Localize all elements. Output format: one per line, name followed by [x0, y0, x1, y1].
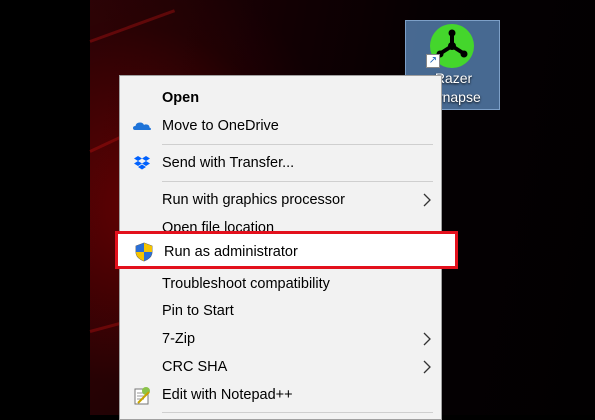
highlight-box: Run as administrator	[115, 231, 458, 269]
menu-separator	[162, 144, 433, 145]
dropbox-icon	[132, 154, 152, 172]
shortcut-arrow-icon: ↗	[426, 54, 440, 68]
menu-item-move-to-onedrive[interactable]: Move to OneDrive	[120, 113, 441, 139]
onedrive-icon	[132, 117, 152, 135]
menu-item-run-as-administrator[interactable]: Run as administrator	[122, 239, 452, 265]
menu-item-label: Open	[162, 90, 200, 106]
menu-item-label: Send with Transfer...	[162, 155, 295, 171]
menu-item-label: Edit with Notepad++	[162, 387, 293, 403]
menu-item-edit-with-notepad-plus-plus[interactable]: Edit with Notepad++	[120, 382, 441, 408]
submenu-chevron-icon	[420, 192, 434, 208]
menu-item-label: Troubleshoot compatibility	[162, 276, 330, 292]
menu-item-pin-to-start[interactable]: Pin to Start	[120, 298, 441, 324]
wallpaper-streak	[89, 9, 176, 43]
menu-item-crc-sha[interactable]: CRC SHA	[120, 354, 441, 380]
menu-item-label: Pin to Start	[162, 303, 234, 319]
menu-item-label: Run with graphics processor	[162, 192, 345, 208]
menu-item-troubleshoot-compatibility[interactable]: Troubleshoot compatibility	[120, 271, 441, 297]
menu-item-label: CRC SHA	[162, 359, 228, 375]
uac-shield-icon	[134, 242, 154, 262]
menu-item-label: 7-Zip	[162, 331, 196, 347]
menu-item-run-with-graphics-processor[interactable]: Run with graphics processor	[120, 187, 441, 213]
menu-item-label: Move to OneDrive	[162, 118, 279, 134]
menu-item-open[interactable]: Open	[120, 85, 441, 111]
submenu-chevron-icon	[420, 359, 434, 375]
menu-separator	[162, 412, 433, 413]
menu-item-send-with-transfer[interactable]: Send with Transfer...	[120, 150, 441, 176]
menu-item-7-zip[interactable]: 7-Zip	[120, 326, 441, 352]
menu-separator	[162, 181, 433, 182]
menu-item-label: Run as administrator	[164, 244, 298, 260]
submenu-chevron-icon	[420, 331, 434, 347]
notepad-plus-plus-icon	[132, 386, 152, 405]
